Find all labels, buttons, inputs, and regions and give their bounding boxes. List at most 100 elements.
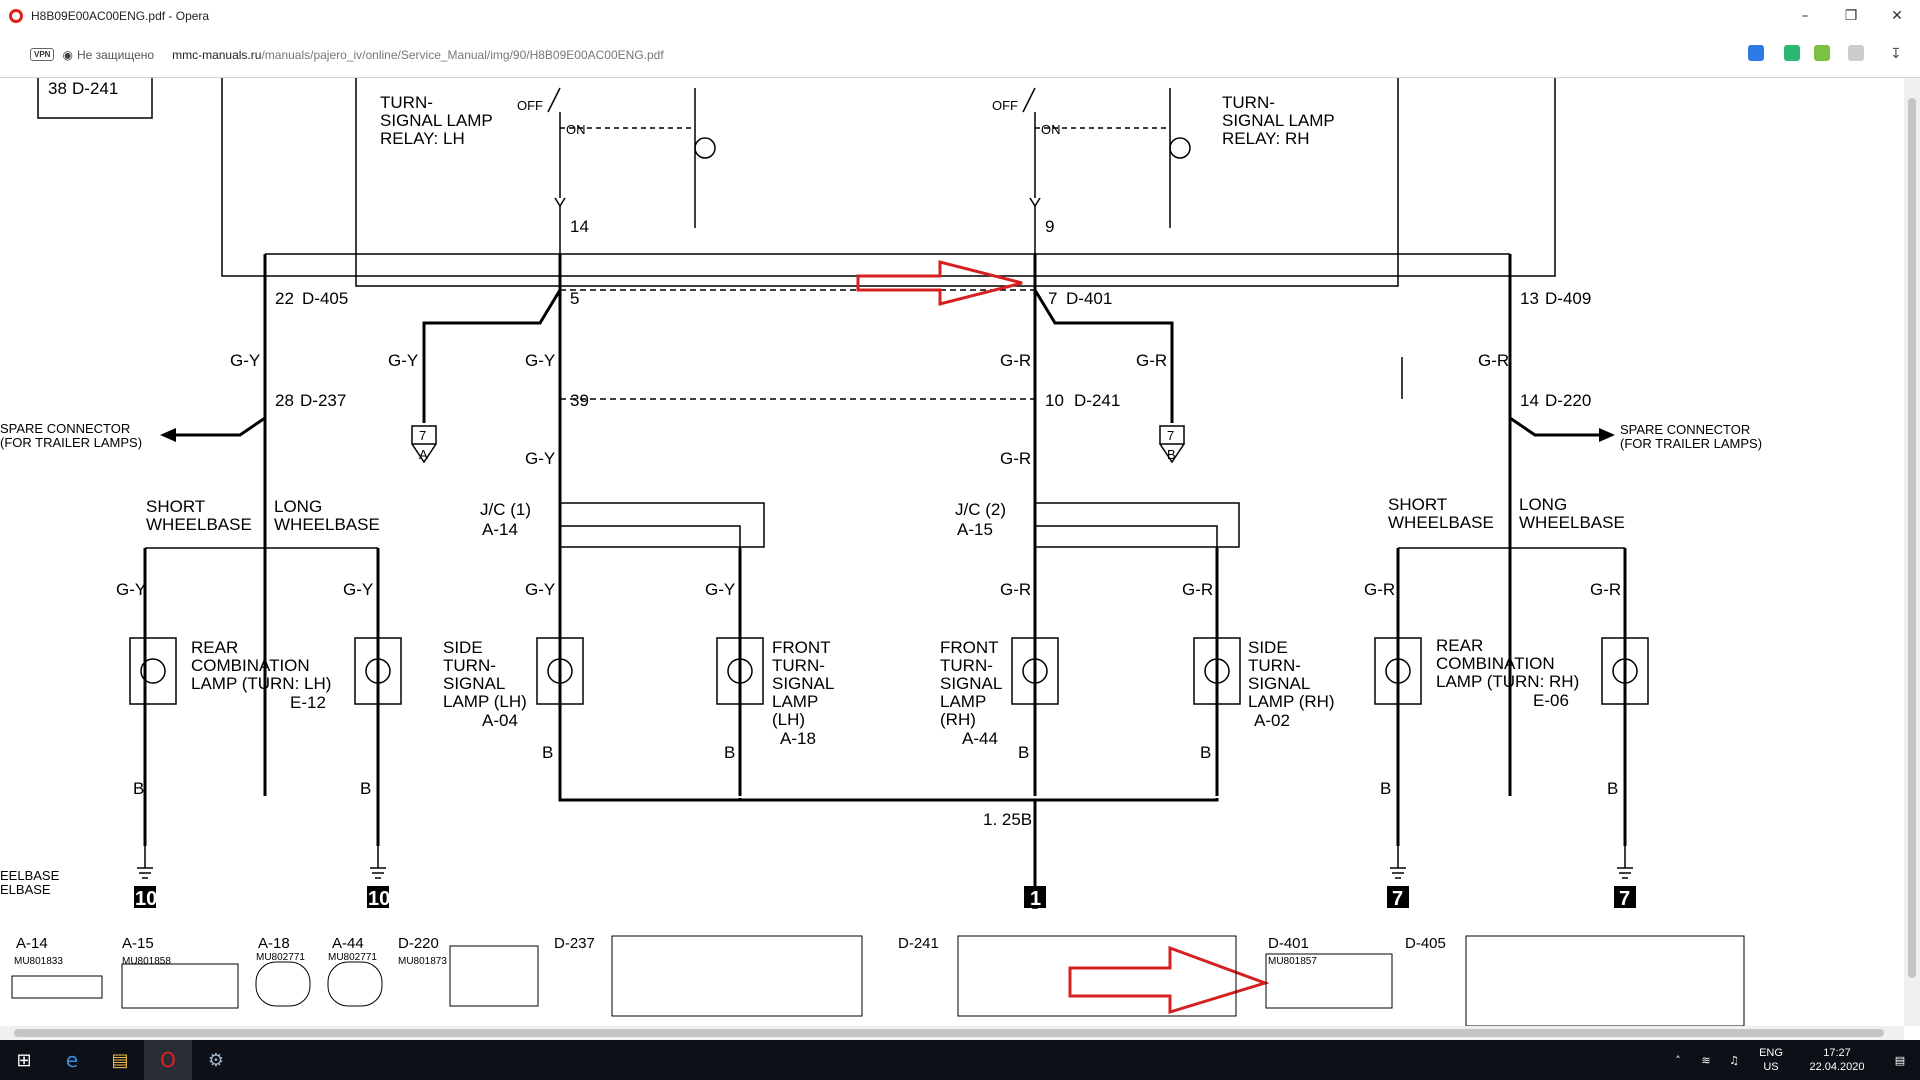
svg-text:MU801857: MU801857 xyxy=(1268,956,1317,967)
svg-text:REAR: REAR xyxy=(1436,636,1483,655)
svg-text:ELBASE: ELBASE xyxy=(0,882,51,897)
app-icon[interactable]: ⚙ xyxy=(192,1040,240,1080)
svg-text:LAMP: LAMP xyxy=(772,692,818,711)
clock[interactable]: 17:27 22.04.2020 xyxy=(1794,1046,1880,1074)
svg-text:LONG: LONG xyxy=(1519,495,1567,514)
svg-text:D-241: D-241 xyxy=(1074,391,1120,410)
svg-text:TURN-: TURN- xyxy=(940,656,993,675)
svg-text:A: A xyxy=(419,447,428,462)
svg-text:MU801873: MU801873 xyxy=(398,956,447,967)
download-icon[interactable]: ↧ xyxy=(1890,45,1906,61)
svg-text:COMBINATION: COMBINATION xyxy=(191,656,310,675)
svg-text:J/C (2): J/C (2) xyxy=(955,500,1006,519)
edge-icon[interactable]: e xyxy=(48,1040,96,1080)
svg-text:WHEELBASE: WHEELBASE xyxy=(1388,513,1494,532)
svg-text:REAR: REAR xyxy=(191,638,238,657)
svg-text:(LH): (LH) xyxy=(772,710,805,729)
top-connector-pin: 38 xyxy=(48,79,67,98)
vertical-scrollbar[interactable] xyxy=(1904,78,1920,1026)
svg-text:SHORT: SHORT xyxy=(146,497,205,516)
svg-text:G-Y: G-Y xyxy=(343,580,373,599)
svg-text:SPARE CONNECTOR: SPARE CONNECTOR xyxy=(1620,422,1750,437)
download-extension-icon[interactable] xyxy=(1814,45,1830,61)
side-lamp-rh-label: SIDETURN- SIGNALLAMP (RH) A-02 xyxy=(1248,638,1335,730)
svg-text:MU802771: MU802771 xyxy=(256,952,305,963)
svg-text:13: 13 xyxy=(1520,289,1539,308)
scroll-thumb[interactable] xyxy=(1908,98,1916,978)
svg-text:7: 7 xyxy=(419,428,426,443)
svg-text:LAMP: LAMP xyxy=(940,692,986,711)
svg-text:LAMP (RH): LAMP (RH) xyxy=(1248,692,1335,711)
start-button[interactable]: ⊞ xyxy=(0,1040,48,1080)
svg-text:LAMP (TURN: RH): LAMP (TURN: RH) xyxy=(1436,672,1579,691)
svg-text:SIDE: SIDE xyxy=(1248,638,1288,657)
notification-icon[interactable]: ▤ xyxy=(1880,1040,1920,1080)
connector-a14-id: A-14 xyxy=(16,935,48,952)
svg-text:MU801833: MU801833 xyxy=(14,956,63,967)
language-indicator[interactable]: ENG US xyxy=(1748,1046,1794,1074)
shield-icon[interactable] xyxy=(1748,45,1764,61)
address-bar[interactable]: VPN ◉ Не защищено mmc-manuals.ru/manuals… xyxy=(0,32,1920,78)
svg-text:G-Y: G-Y xyxy=(525,449,555,468)
svg-text:WHEELBASE: WHEELBASE xyxy=(146,515,252,534)
horizontal-scrollbar[interactable] xyxy=(0,1026,1904,1040)
wifi-icon[interactable]: ≋ xyxy=(1692,1040,1720,1080)
extension-icon[interactable] xyxy=(1784,45,1800,61)
svg-text:G-Y: G-Y xyxy=(705,580,735,599)
svg-text:A-18: A-18 xyxy=(780,729,816,748)
svg-text:G-Y: G-Y xyxy=(230,351,260,370)
svg-text:10: 10 xyxy=(368,888,390,910)
url-field[interactable]: mmc-manuals.ru/manuals/pajero_iv/online/… xyxy=(172,48,664,62)
svg-text:LAMP (LH): LAMP (LH) xyxy=(443,692,527,711)
window-title: H8B09E00AC00ENG.pdf - Opera xyxy=(31,9,210,23)
svg-text:G-R: G-R xyxy=(1000,449,1031,468)
svg-text:10: 10 xyxy=(1045,391,1064,410)
svg-text:1: 1 xyxy=(1030,888,1041,910)
svg-text:TURN-: TURN- xyxy=(380,93,433,112)
svg-text:7: 7 xyxy=(1392,888,1403,910)
connector-a44-id: A-44 xyxy=(332,935,364,952)
minimize-button[interactable]: – xyxy=(1782,0,1828,32)
svg-text:9: 9 xyxy=(1045,217,1054,236)
connector-d401-id: D-401 xyxy=(1268,935,1309,952)
window-titlebar: H8B09E00AC00ENG.pdf - Opera – ❐ ✕ xyxy=(0,0,1920,32)
globe-icon: ◉ xyxy=(62,47,73,62)
opera-taskbar-icon[interactable]: O xyxy=(144,1040,192,1080)
svg-text:G-R: G-R xyxy=(1478,351,1509,370)
tray-expand-icon[interactable]: ˄ xyxy=(1664,1040,1692,1080)
scroll-thumb[interactable] xyxy=(14,1029,1884,1037)
url-domain: mmc-manuals.ru xyxy=(172,47,262,62)
svg-text:G-R: G-R xyxy=(1000,351,1031,370)
svg-text:OFF: OFF xyxy=(992,98,1018,113)
svg-text:B: B xyxy=(1167,447,1176,462)
svg-text:39: 39 xyxy=(570,391,589,410)
svg-text:G-Y: G-Y xyxy=(525,580,555,599)
svg-text:D-220: D-220 xyxy=(1545,391,1591,410)
svg-text:B: B xyxy=(1380,779,1391,798)
svg-text:B: B xyxy=(724,743,735,762)
svg-text:A-04: A-04 xyxy=(482,711,518,730)
front-lamp-rh-label: FRONTTURN- SIGNALLAMP (RH)A-44 xyxy=(940,638,1002,748)
volume-icon[interactable]: ♫ xyxy=(1720,1040,1748,1080)
svg-text:D-401: D-401 xyxy=(1066,289,1112,308)
file-explorer-icon[interactable]: ▤ xyxy=(96,1040,144,1080)
svg-text:SIGNAL LAMP: SIGNAL LAMP xyxy=(380,111,493,130)
close-button[interactable]: ✕ xyxy=(1874,0,1920,32)
svg-text:WHEELBASE: WHEELBASE xyxy=(274,515,380,534)
svg-text:FRONT: FRONT xyxy=(772,638,831,657)
pdf-viewer[interactable]: 38 D-241 TURN- SIGNAL LAMP RELAY: LH TUR… xyxy=(0,78,1904,1026)
connector-d220-id: D-220 xyxy=(398,935,439,952)
svg-text:A-15: A-15 xyxy=(957,520,993,539)
restore-button[interactable]: ❐ xyxy=(1828,0,1874,32)
menu-extension-icon[interactable] xyxy=(1848,45,1864,61)
svg-text:D-405: D-405 xyxy=(302,289,348,308)
svg-text:B: B xyxy=(1607,779,1618,798)
security-status[interactable]: Не защищено xyxy=(77,48,154,62)
svg-text:(FOR TRAILER LAMPS): (FOR TRAILER LAMPS) xyxy=(1620,436,1762,451)
side-lamp-lh-label: SIDETURN- SIGNALLAMP (LH) A-04 xyxy=(443,638,527,730)
svg-text:TURN-: TURN- xyxy=(1248,656,1301,675)
svg-text:28: 28 xyxy=(275,391,294,410)
svg-text:RELAY: LH: RELAY: LH xyxy=(380,129,465,148)
rear-lamp-lh-label: REARCOMBINATION LAMP (TURN: LH)E-12 xyxy=(191,638,331,712)
vpn-badge[interactable]: VPN xyxy=(30,48,55,61)
